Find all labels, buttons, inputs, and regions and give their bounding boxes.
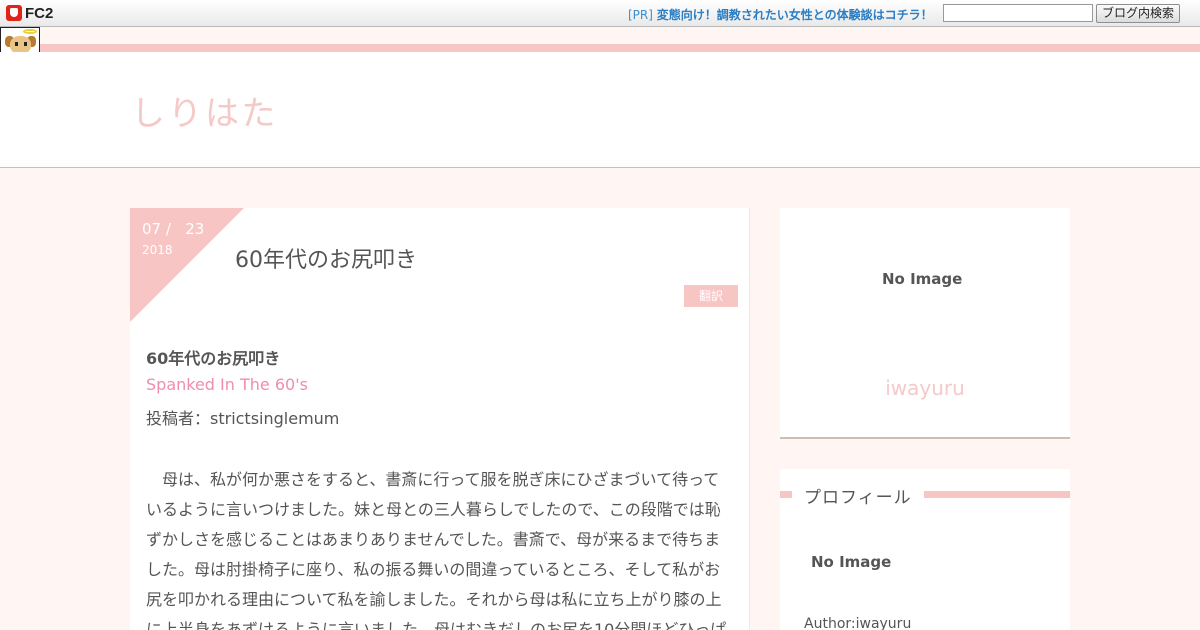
blog-search-input[interactable] <box>943 4 1093 22</box>
sidebar-top-image: No Image iwayuru <box>780 208 1070 439</box>
entry-date-year: 2018 <box>142 243 173 257</box>
pr-ad[interactable]: [PR] 変態向け！調教されたい女性との体験談はコチラ！ <box>628 6 933 23</box>
entry-author: 投稿者：strictsinglemum <box>146 409 340 428</box>
blog-title[interactable]: しりはた <box>131 86 278 135</box>
blog-search-button[interactable]: ブログ内検索 <box>1096 4 1180 23</box>
fc2-logo-icon <box>6 5 22 21</box>
profile-widget: プロフィール No Image Author:iwayuru <box>780 469 1070 630</box>
profile-title-bar-right <box>924 491 1070 498</box>
blog-header: しりはた <box>0 52 1200 168</box>
entry-body: 60年代のお尻叩き Spanked In The 60's 投稿者：strict… <box>146 345 734 630</box>
header-stripe <box>40 44 1200 52</box>
pr-link[interactable]: 変態向け！調教されたい女性との体験談はコチラ！ <box>657 8 933 22</box>
blog-owner-name[interactable]: iwayuru <box>780 376 1070 400</box>
entry-body-title: 60年代のお尻叩き <box>146 349 281 368</box>
profile-author: Author:iwayuru <box>804 616 912 630</box>
pr-tag: [PR] <box>628 8 653 22</box>
category-badge[interactable]: 翻訳 <box>684 285 738 307</box>
fc2-logo-text: FC2 <box>25 4 54 22</box>
no-image-placeholder: No Image <box>882 270 963 288</box>
entry-english-title: Spanked In The 60's <box>146 375 308 394</box>
profile-title-bar-left <box>780 491 792 498</box>
entry-title[interactable]: 60年代のお尻叩き <box>235 242 417 274</box>
entry-date-month-day: 07 / 23 <box>142 220 205 238</box>
fc2-logo[interactable]: FC2 <box>6 4 53 22</box>
profile-no-image: No Image <box>811 553 892 571</box>
entry-paragraph: 母は、私が何か悪さをすると、書斎に行って服を脱ぎ床にひざまづいて待っているように… <box>146 470 727 630</box>
fc2-toolbar: FC2 [PR] 変態向け！調教されたい女性との体験談はコチラ！ ブログ内検索 <box>0 0 1200 27</box>
blog-entry: 07 / 23 2018 60年代のお尻叩き 翻訳 60年代のお尻叩き Span… <box>130 208 750 630</box>
profile-title: プロフィール <box>804 488 912 508</box>
